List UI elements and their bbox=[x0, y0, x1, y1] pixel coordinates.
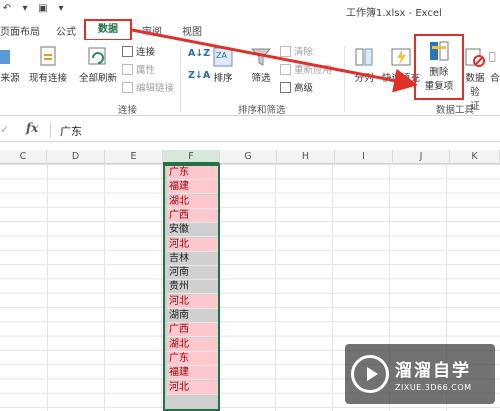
sort-icon: ZA bbox=[213, 47, 233, 67]
remove-duplicates-highlight bbox=[414, 34, 464, 100]
column-header-h[interactable]: H bbox=[277, 150, 335, 164]
undo-icon[interactable]: ↶ bbox=[0, 3, 14, 15]
advanced-filter-button[interactable]: 高级 bbox=[280, 80, 313, 94]
sort-ascending-button[interactable]: A↓Z bbox=[188, 48, 210, 59]
tab-formulas[interactable]: 公式 bbox=[56, 23, 76, 38]
insert-function-icon[interactable]: fx bbox=[26, 121, 38, 135]
table-row[interactable]: 福建 bbox=[167, 366, 218, 381]
tab-data-label: 数据 bbox=[98, 24, 118, 35]
formula-input[interactable]: 广东 bbox=[60, 123, 82, 139]
clear-button[interactable]: 清除 bbox=[280, 44, 313, 58]
table-row[interactable]: 福建 bbox=[167, 180, 218, 195]
get-external-data-button[interactable]: 来源 bbox=[0, 46, 20, 84]
svg-text:ZA: ZA bbox=[216, 51, 227, 60]
properties-button[interactable]: 属性 bbox=[122, 62, 155, 76]
group-label-sort-filter: 排序和筛选 bbox=[238, 105, 286, 116]
filter-button[interactable]: 筛选 bbox=[246, 46, 276, 84]
filter-icon bbox=[250, 48, 272, 66]
document-icon bbox=[40, 46, 56, 66]
customize-qat-icon[interactable]: ▣ bbox=[36, 3, 50, 15]
table-row[interactable]: 湖北 bbox=[167, 337, 218, 352]
group-separator bbox=[344, 46, 345, 112]
table-row[interactable]: 湖北 bbox=[167, 194, 218, 209]
close-icon[interactable]: ✓ bbox=[0, 123, 9, 136]
link-icon bbox=[122, 45, 133, 57]
column-header-d[interactable]: D bbox=[47, 150, 105, 164]
table-row[interactable]: 河南 bbox=[167, 266, 218, 281]
properties-icon bbox=[122, 63, 133, 75]
text-to-columns-button[interactable]: 分列 bbox=[350, 46, 378, 84]
table-row[interactable]: 河北 bbox=[167, 294, 218, 309]
text-to-columns-icon bbox=[355, 48, 373, 66]
formula-bar-separator bbox=[50, 122, 51, 138]
column-header-f[interactable]: F bbox=[163, 150, 220, 164]
data-validation-icon bbox=[465, 48, 485, 67]
group-label-data-tools: 数据工具 bbox=[436, 105, 475, 116]
group-label-connections: 连接 bbox=[118, 105, 138, 116]
tab-view[interactable]: 视图 bbox=[182, 23, 202, 38]
excel-window: ↶ ▾ ▣ ▾ 工作簿1.xlsx - Excel 页面布局 公式 审阅 视图 … bbox=[0, 0, 500, 411]
watermark: 溜溜自学 ZIXUE.3D66.COM bbox=[345, 344, 495, 404]
table-row[interactable]: 河北 bbox=[167, 237, 218, 252]
formula-bar: ✓ fx 广东 bbox=[0, 118, 500, 142]
column-header-k[interactable]: K bbox=[450, 150, 500, 164]
refresh-icon bbox=[88, 47, 106, 65]
quick-access-toolbar: ↶ ▾ ▣ ▾ bbox=[0, 3, 68, 15]
flash-fill-icon bbox=[391, 48, 411, 66]
group-separator bbox=[180, 46, 181, 112]
consolidate-button[interactable]: 合 bbox=[488, 46, 500, 84]
table-row[interactable]: 贵州 bbox=[167, 280, 218, 295]
edit-links-button[interactable]: 编辑链接 bbox=[122, 80, 174, 94]
title-bar: ↶ ▾ ▣ ▾ 工作簿1.xlsx - Excel bbox=[0, 0, 500, 20]
table-row[interactable]: 广东 bbox=[167, 166, 218, 180]
window-title: 工作簿1.xlsx - Excel bbox=[346, 8, 442, 19]
column-header-g[interactable]: G bbox=[220, 150, 277, 164]
sort-za-icon: Z↓A bbox=[188, 70, 211, 81]
table-row[interactable]: 广西 bbox=[167, 323, 218, 338]
column-headers: C D E F G H I J K bbox=[0, 150, 500, 164]
play-logo-icon bbox=[351, 355, 389, 393]
existing-connections-button[interactable]: 现有连接 bbox=[26, 46, 70, 84]
sort-az-icon: A↓Z bbox=[188, 48, 211, 59]
tab-review[interactable]: 审阅 bbox=[142, 23, 162, 38]
database-icon bbox=[0, 50, 10, 64]
sort-descending-button[interactable]: Z↓A bbox=[188, 70, 210, 81]
tab-page-layout[interactable]: 页面布局 bbox=[0, 23, 40, 38]
chevron-down-icon[interactable]: ▾ bbox=[54, 3, 68, 15]
selected-column-f[interactable]: 广东 福建 湖北 广西 安徽 河北 吉林 河南 贵州 河北 湖南 广西 湖北 广东 福建 河北 bbox=[163, 164, 220, 411]
column-header-c[interactable]: C bbox=[0, 150, 47, 164]
table-row[interactable]: 广东 bbox=[167, 351, 218, 366]
edit-links-icon bbox=[122, 81, 133, 93]
column-header-e[interactable]: E bbox=[105, 150, 163, 164]
advanced-filter-icon bbox=[280, 81, 291, 93]
column-header-i[interactable]: I bbox=[335, 150, 393, 164]
watermark-name: 溜溜自学 bbox=[395, 361, 471, 381]
table-row[interactable]: 湖南 bbox=[167, 309, 218, 323]
clear-filter-icon bbox=[280, 45, 291, 57]
dropdown-arrow-icon[interactable]: ▾ bbox=[18, 3, 32, 15]
consolidate-icon bbox=[489, 52, 496, 62]
table-row[interactable]: 河北 bbox=[167, 380, 218, 395]
table-row[interactable]: 吉林 bbox=[167, 251, 218, 266]
reapply-icon bbox=[280, 63, 291, 75]
sort-button[interactable]: ZA 排序 bbox=[208, 46, 238, 84]
refresh-all-button[interactable]: 全部刷新 bbox=[76, 46, 120, 84]
tab-data[interactable]: 数据 bbox=[84, 19, 132, 41]
watermark-url: ZIXUE.3D66.COM bbox=[395, 383, 472, 392]
connections-button[interactable]: 连接 bbox=[122, 44, 155, 58]
column-header-j[interactable]: J bbox=[393, 150, 450, 164]
table-row[interactable]: 广西 bbox=[167, 208, 218, 223]
table-row[interactable]: 安徽 bbox=[167, 223, 218, 238]
reapply-button[interactable]: 重新应用 bbox=[280, 62, 332, 76]
